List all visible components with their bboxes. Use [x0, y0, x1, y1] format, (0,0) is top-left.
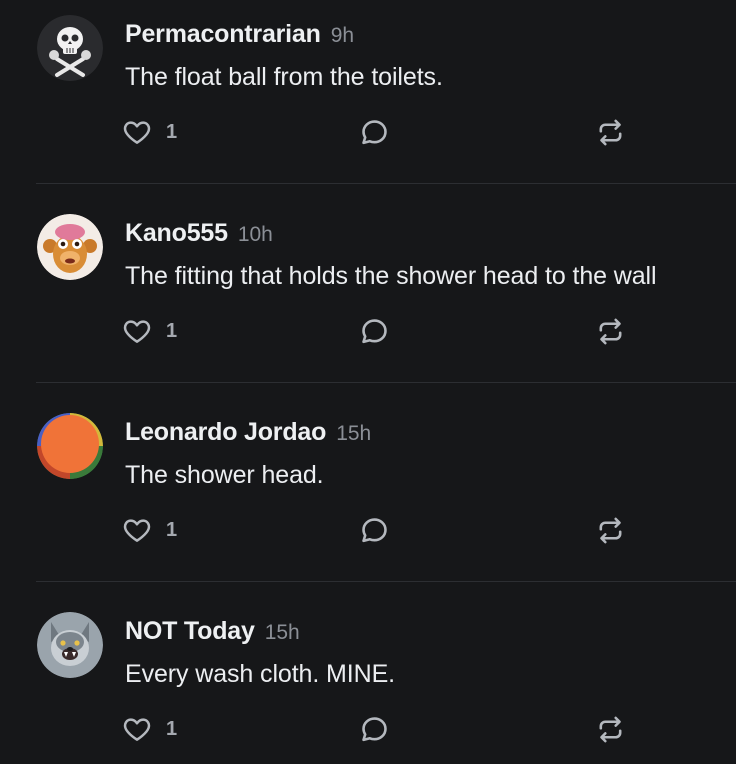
- like-button[interactable]: 1: [122, 512, 177, 548]
- timestamp[interactable]: 10h: [238, 223, 273, 246]
- timestamp[interactable]: 15h: [265, 621, 300, 644]
- post-text: Every wash cloth. MINE.: [125, 660, 396, 688]
- reply-button[interactable]: [359, 316, 390, 352]
- like-button[interactable]: 1: [122, 313, 177, 349]
- reply-button[interactable]: [359, 714, 390, 750]
- post-text: The fitting that holds the shower head t…: [125, 262, 657, 290]
- reply-feed: Permacontrarian 9h The float ball from th…: [0, 0, 736, 764]
- post-header: NOT Today 15h: [125, 615, 300, 651]
- speech-bubble-icon: [362, 120, 387, 145]
- avatar[interactable]: [37, 612, 103, 678]
- post-actions: 1: [0, 512, 736, 548]
- like-count: 1: [166, 518, 178, 541]
- reply-button[interactable]: [359, 515, 390, 551]
- post-text: The shower head.: [125, 461, 324, 489]
- avatar[interactable]: [37, 413, 103, 479]
- speech-bubble-icon: [362, 518, 387, 543]
- post[interactable]: Permacontrarian 9h The float ball from th…: [0, 0, 736, 199]
- repost-icon: [599, 716, 622, 743]
- timestamp[interactable]: 15h: [336, 422, 371, 445]
- timestamp[interactable]: 9h: [331, 24, 354, 47]
- repost-button[interactable]: [595, 714, 626, 750]
- post-actions: 1: [0, 711, 736, 747]
- divider: [36, 382, 736, 383]
- heart-icon: [123, 121, 151, 144]
- username[interactable]: Leonardo Jordao: [125, 418, 326, 446]
- post-actions: 1: [0, 114, 736, 150]
- username[interactable]: Permacontrarian: [125, 20, 321, 48]
- username[interactable]: Kano555: [125, 219, 228, 247]
- post-header: Kano555 10h: [125, 217, 273, 253]
- orange-circle-avatar-icon: [37, 413, 103, 479]
- reply-button[interactable]: [359, 117, 390, 153]
- post[interactable]: Leonardo Jordao 15h The shower head. 1: [0, 398, 736, 597]
- heart-icon: [123, 320, 151, 343]
- cartoon-monkey-avatar-icon: [37, 214, 103, 280]
- speech-bubble-icon: [362, 319, 387, 344]
- post-text: The float ball from the toilets.: [125, 63, 443, 91]
- repost-button[interactable]: [595, 515, 626, 551]
- username[interactable]: NOT Today: [125, 617, 255, 645]
- like-button[interactable]: 1: [122, 114, 177, 150]
- like-count: 1: [166, 120, 178, 143]
- post-header: Permacontrarian 9h: [125, 18, 354, 54]
- repost-icon: [599, 119, 622, 146]
- avatar[interactable]: [37, 214, 103, 280]
- divider: [36, 183, 736, 184]
- speech-bubble-icon: [362, 717, 387, 742]
- like-count: 1: [166, 319, 178, 342]
- like-button[interactable]: 1: [122, 711, 177, 747]
- repost-icon: [599, 318, 622, 345]
- post[interactable]: NOT Today 15h Every wash cloth. MINE. 1: [0, 597, 736, 764]
- post[interactable]: Kano555 10h The fitting that holds the sh…: [0, 199, 736, 398]
- like-count: 1: [166, 717, 178, 740]
- repost-button[interactable]: [595, 117, 626, 153]
- heart-icon: [123, 718, 151, 741]
- skull-crossbones-avatar-icon: [37, 15, 103, 81]
- post-header: Leonardo Jordao 15h: [125, 416, 371, 452]
- wolf-avatar-icon: [37, 612, 103, 678]
- avatar[interactable]: [37, 15, 103, 81]
- heart-icon: [123, 519, 151, 542]
- post-actions: 1: [0, 313, 736, 349]
- divider: [36, 581, 736, 582]
- repost-icon: [599, 517, 622, 544]
- repost-button[interactable]: [595, 316, 626, 352]
